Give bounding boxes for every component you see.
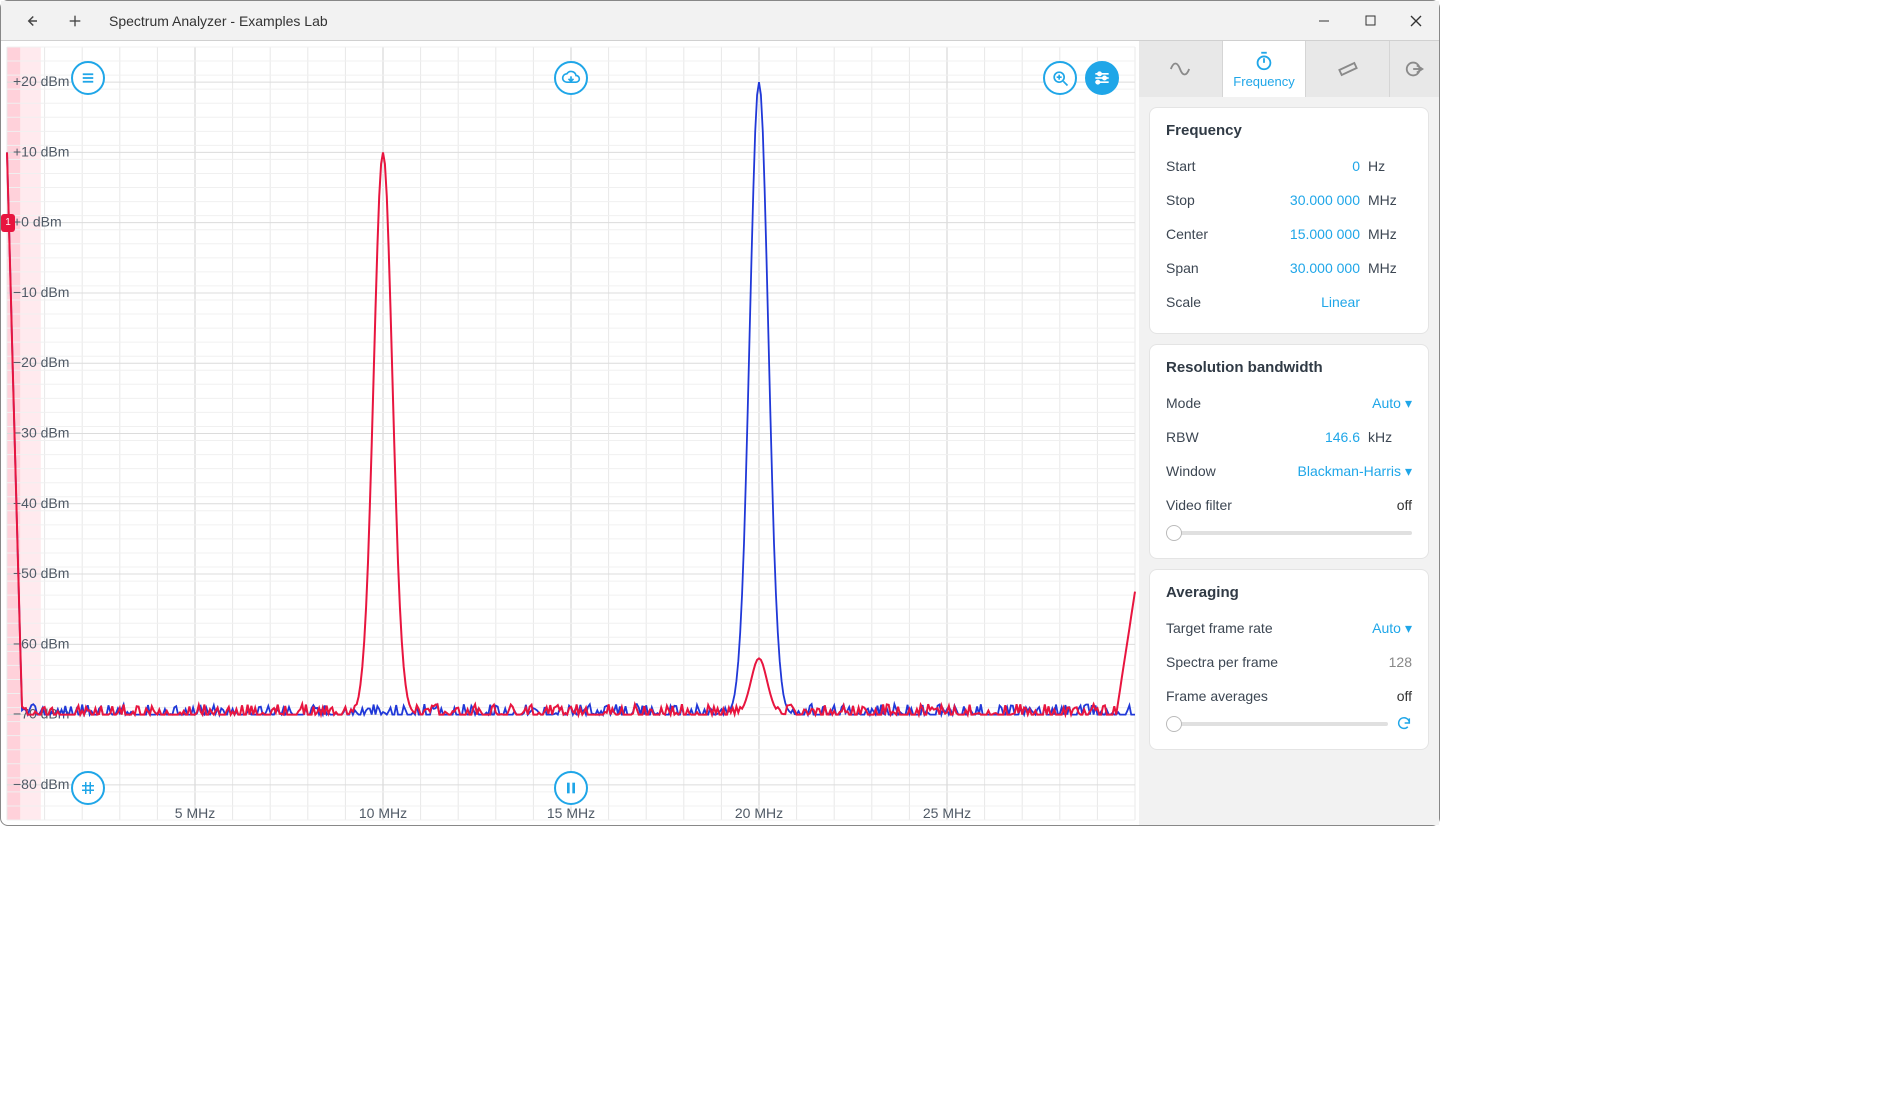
minimize-button[interactable] [1301, 1, 1347, 41]
rbw-label: RBW [1166, 429, 1290, 445]
grid-button[interactable] [71, 771, 105, 805]
grid-icon [79, 779, 97, 797]
menu-icon [79, 69, 97, 87]
cloud-button[interactable] [554, 61, 588, 95]
panel-tabs: Frequency [1139, 41, 1439, 97]
card-heading: Averaging [1166, 584, 1412, 601]
window-select[interactable]: Blackman-Harris [1298, 463, 1401, 479]
tab-signal[interactable] [1139, 41, 1222, 97]
card-heading: Frequency [1166, 122, 1412, 139]
tab-export[interactable] [1389, 41, 1439, 97]
video-filter-label: Video filter [1166, 497, 1342, 513]
stop-label: Stop [1166, 192, 1290, 208]
start-label: Start [1166, 158, 1290, 174]
sine-icon [1169, 58, 1191, 80]
maximize-icon [1365, 15, 1376, 26]
side-panel: Frequency Frequency [1139, 41, 1439, 825]
spectra-per-frame-value: 128 [1342, 654, 1412, 670]
window-label: Window [1166, 463, 1298, 479]
chevron-down-icon: ▾ [1405, 463, 1412, 480]
svg-text:−20 dBm: −20 dBm [13, 354, 69, 370]
start-input[interactable]: 0 [1290, 158, 1360, 174]
video-filter-value[interactable]: off [1342, 497, 1412, 513]
rbw-card: Resolution bandwidth Mode Auto ▾ RBW 146… [1149, 344, 1429, 559]
spectra-per-frame-label: Spectra per frame [1166, 654, 1342, 670]
export-icon [1404, 58, 1426, 80]
zoom-icon [1050, 68, 1070, 88]
svg-text:−40 dBm: −40 dBm [13, 495, 69, 511]
svg-text:10 MHz: 10 MHz [359, 805, 407, 821]
svg-text:+20 dBm: +20 dBm [13, 73, 69, 89]
close-button[interactable] [1393, 1, 1439, 41]
refresh-icon [1396, 715, 1412, 731]
tab-label: Frequency [1233, 74, 1294, 89]
maximize-button[interactable] [1347, 1, 1393, 41]
back-button[interactable] [11, 5, 51, 37]
chart-area[interactable]: +20 dBm +10 dBm +0 dBm −10 dBm −20 dBm −30 dB… [1, 41, 1139, 825]
chevron-down-icon: ▾ [1405, 620, 1412, 637]
svg-text:−80 dBm: −80 dBm [13, 776, 69, 792]
refresh-button[interactable] [1396, 715, 1412, 734]
averaging-card: Averaging Target frame rate Auto ▾ Spect… [1149, 569, 1429, 750]
plus-icon [67, 13, 83, 29]
svg-text:20 MHz: 20 MHz [735, 805, 783, 821]
svg-text:+10 dBm: +10 dBm [13, 143, 69, 159]
titlebar: Spectrum Analyzer - Examples Lab [1, 1, 1439, 41]
svg-text:+0 dBm: +0 dBm [13, 214, 62, 230]
spectrum-chart[interactable]: +20 dBm +10 dBm +0 dBm −10 dBm −20 dBm −30 dB… [1, 41, 1141, 826]
center-label: Center [1166, 226, 1290, 242]
mode-label: Mode [1166, 395, 1331, 411]
stop-unit[interactable]: MHz [1368, 192, 1412, 208]
frequency-card: Frequency Start 0 Hz Stop 30.000 000 MHz… [1149, 107, 1429, 334]
frame-averages-value[interactable]: off [1342, 688, 1412, 704]
rbw-input[interactable]: 146.6 [1290, 429, 1360, 445]
video-filter-slider[interactable] [1166, 531, 1412, 535]
span-label: Span [1166, 260, 1290, 276]
frame-averages-label: Frame averages [1166, 688, 1342, 704]
marker-badge[interactable]: 1 [1, 214, 15, 232]
scale-label: Scale [1166, 294, 1290, 310]
svg-text:15 MHz: 15 MHz [547, 805, 595, 821]
target-frame-rate-label: Target frame rate [1166, 620, 1331, 636]
menu-button[interactable] [71, 61, 105, 95]
window-title: Spectrum Analyzer - Examples Lab [109, 13, 328, 29]
pause-button[interactable] [554, 771, 588, 805]
stopwatch-icon [1253, 50, 1275, 72]
span-input[interactable]: 30.000 000 [1290, 260, 1360, 276]
card-heading: Resolution bandwidth [1166, 359, 1412, 376]
minimize-icon [1318, 15, 1330, 27]
target-frame-rate-select[interactable]: Auto [1331, 620, 1401, 636]
tab-frequency[interactable]: Frequency [1222, 41, 1306, 97]
svg-text:−50 dBm: −50 dBm [13, 565, 69, 581]
svg-text:5 MHz: 5 MHz [175, 805, 215, 821]
close-icon [1410, 15, 1422, 27]
start-unit[interactable]: Hz [1368, 158, 1412, 174]
svg-text:−30 dBm: −30 dBm [13, 425, 69, 441]
frame-averages-slider[interactable] [1166, 722, 1388, 726]
settings-button[interactable] [1085, 61, 1119, 95]
stop-input[interactable]: 30.000 000 [1290, 192, 1360, 208]
arrow-left-icon [22, 12, 40, 30]
center-input[interactable]: 15.000 000 [1290, 226, 1360, 242]
new-tab-button[interactable] [55, 5, 95, 37]
span-unit[interactable]: MHz [1368, 260, 1412, 276]
cloud-download-icon [561, 68, 581, 88]
pause-icon [563, 780, 579, 796]
mode-select[interactable]: Auto [1331, 395, 1401, 411]
chevron-down-icon: ▾ [1405, 395, 1412, 412]
ruler-icon [1337, 58, 1359, 80]
rbw-unit[interactable]: kHz [1368, 429, 1412, 445]
svg-text:25 MHz: 25 MHz [923, 805, 971, 821]
tab-measure[interactable] [1305, 41, 1389, 97]
sliders-icon [1092, 68, 1112, 88]
svg-text:−60 dBm: −60 dBm [13, 635, 69, 651]
zoom-button[interactable] [1043, 61, 1077, 95]
svg-text:−10 dBm: −10 dBm [13, 284, 69, 300]
scale-select[interactable]: Linear [1290, 294, 1360, 310]
center-unit[interactable]: MHz [1368, 226, 1412, 242]
